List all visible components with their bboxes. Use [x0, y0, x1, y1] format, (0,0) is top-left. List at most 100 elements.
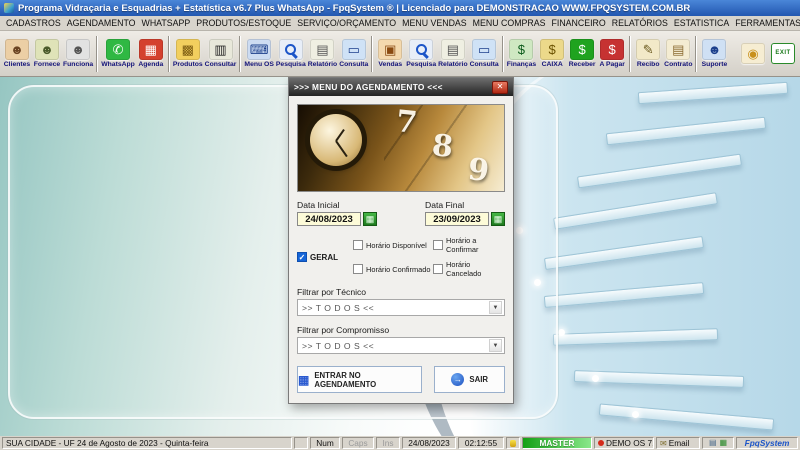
a-pagar-button[interactable]: $ A Pagar: [597, 38, 627, 69]
dialog-title-bar[interactable]: >>> MENU DO AGENDAMENTO <<< ✕: [289, 78, 513, 96]
toolbar-button-label: Clientes: [3, 61, 31, 68]
whatsapp-button[interactable]: ✆ WhatsApp: [100, 38, 136, 69]
printer-icon: ▤: [440, 39, 465, 60]
toolbar-button-label: Relatório: [438, 61, 468, 68]
sair-button[interactable]: → SAIR: [434, 366, 505, 393]
data-inicial-input[interactable]: [297, 212, 361, 226]
data-final-input[interactable]: [425, 212, 489, 226]
menu-item-ferramentas[interactable]: FERRAMENTAS: [732, 18, 800, 28]
consulta-os-button[interactable]: ▭ Consulta: [338, 38, 369, 69]
icon-glyph: ✆: [112, 42, 124, 57]
moedas-button[interactable]: ◉: [738, 42, 768, 66]
checkbox-geral[interactable]: GERAL: [297, 252, 353, 262]
chevron-down-icon[interactable]: ▼: [489, 339, 502, 352]
checkbox-label: Horário Confirmado: [366, 264, 431, 274]
clock-hand: [335, 140, 348, 158]
toolbar-button-label: Menu OS: [244, 61, 274, 68]
menu-item-relatorios[interactable]: RELATÓRIOS: [609, 18, 671, 28]
menu-item-menu-vendas[interactable]: MENU VENDAS: [399, 18, 470, 28]
toolbar-button-label: Receber: [568, 61, 596, 68]
exit-door-icon: EXIT: [771, 42, 795, 64]
icon-glyph: EXIT: [775, 50, 791, 56]
sair-aplicativo-button[interactable]: EXIT: [768, 42, 798, 66]
checkbox-box: [353, 264, 363, 274]
demo-dot-icon: [598, 440, 604, 446]
checkbox-horario-disponivel[interactable]: Horário Disponível: [353, 240, 433, 250]
menu-item-label: FINANCEIRO: [551, 18, 606, 28]
consultar-button[interactable]: ▥ Consultar: [204, 38, 238, 69]
toolbar-separator: [96, 35, 99, 72]
printer-icon: ▤: [310, 39, 335, 60]
agenda-button[interactable]: ▦ Agenda: [136, 38, 166, 69]
receber-button[interactable]: $ Receber: [567, 38, 597, 69]
financas-button[interactable]: $ Finanças: [506, 38, 537, 69]
toolbar-button-label: CAIXA: [541, 61, 563, 68]
menu-os-button[interactable]: ⌨ Menu OS: [243, 38, 274, 69]
toolbar-button-label: Consulta: [469, 61, 499, 68]
fornecedores-button[interactable]: ☻ Fornece: [32, 38, 62, 69]
calendar-picker-icon[interactable]: ▦: [491, 212, 505, 226]
insert-panel: Ins: [376, 437, 400, 449]
calendar-picker-icon[interactable]: ▦: [363, 212, 377, 226]
menu-item-cadastros[interactable]: CADASTROS: [3, 18, 64, 28]
checkbox-box: [297, 252, 307, 262]
window-title: Programa Vidraçaria e Esquadrias + Estat…: [18, 2, 691, 14]
menu-item-produtos-estoque[interactable]: PRODUTOS/ESTOQUE: [193, 18, 294, 28]
status-time-panel: 02:12:55: [458, 437, 504, 449]
whatsapp-phone-icon: ✆: [106, 39, 131, 60]
staircase-light: [632, 411, 639, 418]
menu-item-whatsapp[interactable]: WHATSAPP: [139, 18, 194, 28]
pesquisa-os-button[interactable]: Pesquisa: [275, 38, 307, 69]
data-final-group: Data Final ▦: [425, 200, 505, 226]
chevron-down-icon[interactable]: ▼: [489, 301, 502, 314]
people-icon: ☻: [35, 39, 59, 60]
pesquisa-vendas-button[interactable]: Pesquisa: [405, 38, 437, 69]
filter-compromisso-select[interactable]: >> T O D O S << ▼: [297, 337, 505, 354]
menu-item-label: SERVIÇO/ORÇAMENTO: [297, 18, 397, 28]
finance-globe-icon: $: [509, 39, 534, 60]
exit-arrow-icon: →: [451, 373, 465, 386]
produtos-button[interactable]: ▩ Produtos: [172, 38, 204, 69]
app-window: Programa Vidraçaria e Esquadrias + Estat…: [0, 0, 800, 450]
support-headset-icon: ☻: [702, 39, 727, 60]
menu-item-financeiro[interactable]: FINANCEIRO: [549, 18, 609, 28]
app-icon: [4, 3, 14, 13]
toolbar-separator: [239, 35, 242, 72]
menu-item-agendamento[interactable]: AGENDAMENTO: [64, 18, 139, 28]
menu-item-label: MENU COMPRAS: [472, 18, 546, 28]
recibo-button[interactable]: ✎ Recibo: [633, 38, 663, 69]
date-range-row: Data Inicial ▦ Data Final ▦: [297, 200, 505, 226]
spacer-panel: [294, 437, 308, 449]
clock-calendar-photo: 7 8 9: [297, 104, 505, 192]
checkbox-horario-a-confirmar[interactable]: Horário a Confirmar: [433, 236, 505, 254]
filter-tecnico-select[interactable]: >> T O D O S << ▼: [297, 299, 505, 316]
icon-glyph: ▦: [144, 42, 157, 57]
contrato-button[interactable]: ▤ Contrato: [663, 38, 693, 69]
vendas-button[interactable]: ▣ Vendas: [375, 38, 405, 69]
checkbox-horario-cancelado[interactable]: Horário Cancelado: [433, 260, 505, 278]
menu-item-label: PRODUTOS/ESTOQUE: [196, 18, 292, 28]
indicator-icon: [510, 439, 516, 447]
clientes-button[interactable]: ☻ Clientes: [2, 38, 32, 69]
checkbox-horario-confirmado[interactable]: Horário Confirmado: [353, 264, 433, 274]
suporte-button[interactable]: ☻ Suporte: [699, 38, 729, 69]
email-panel[interactable]: ✉ Email: [656, 437, 700, 449]
coin-icon: ◉: [741, 42, 765, 64]
toolbar-button-label: Fornece: [33, 61, 61, 68]
relatorio-vendas-button[interactable]: ▤ Relatório: [437, 38, 468, 69]
staircase-light: [558, 329, 565, 336]
close-icon[interactable]: ✕: [492, 80, 508, 94]
menu-item-servico-orcamento[interactable]: SERVIÇO/ORÇAMENTO: [294, 18, 399, 28]
funcionarios-button[interactable]: ☻ Funciona: [62, 38, 94, 69]
menu-item-label: FERRAMENTAS: [735, 18, 800, 28]
consulta-vendas-button[interactable]: ▭ Consulta: [469, 38, 500, 69]
menu-item-estatistica[interactable]: ESTATISTICA: [671, 18, 732, 28]
status-bar: SUA CIDADE - UF 24 de Agosto de 2023 - Q…: [0, 436, 800, 450]
indicator-panel: [506, 437, 520, 449]
user-level-panel: MASTER: [522, 437, 592, 449]
caixa-button[interactable]: $ CAIXA: [537, 38, 567, 69]
relatorio-os-button[interactable]: ▤ Relatório: [307, 38, 338, 69]
entrar-agendamento-button[interactable]: ▦ ENTRAR NO AGENDAMENTO: [297, 366, 423, 393]
toolbar-button-label: Vendas: [378, 61, 403, 68]
menu-item-menu-compras[interactable]: MENU COMPRAS: [470, 18, 549, 28]
